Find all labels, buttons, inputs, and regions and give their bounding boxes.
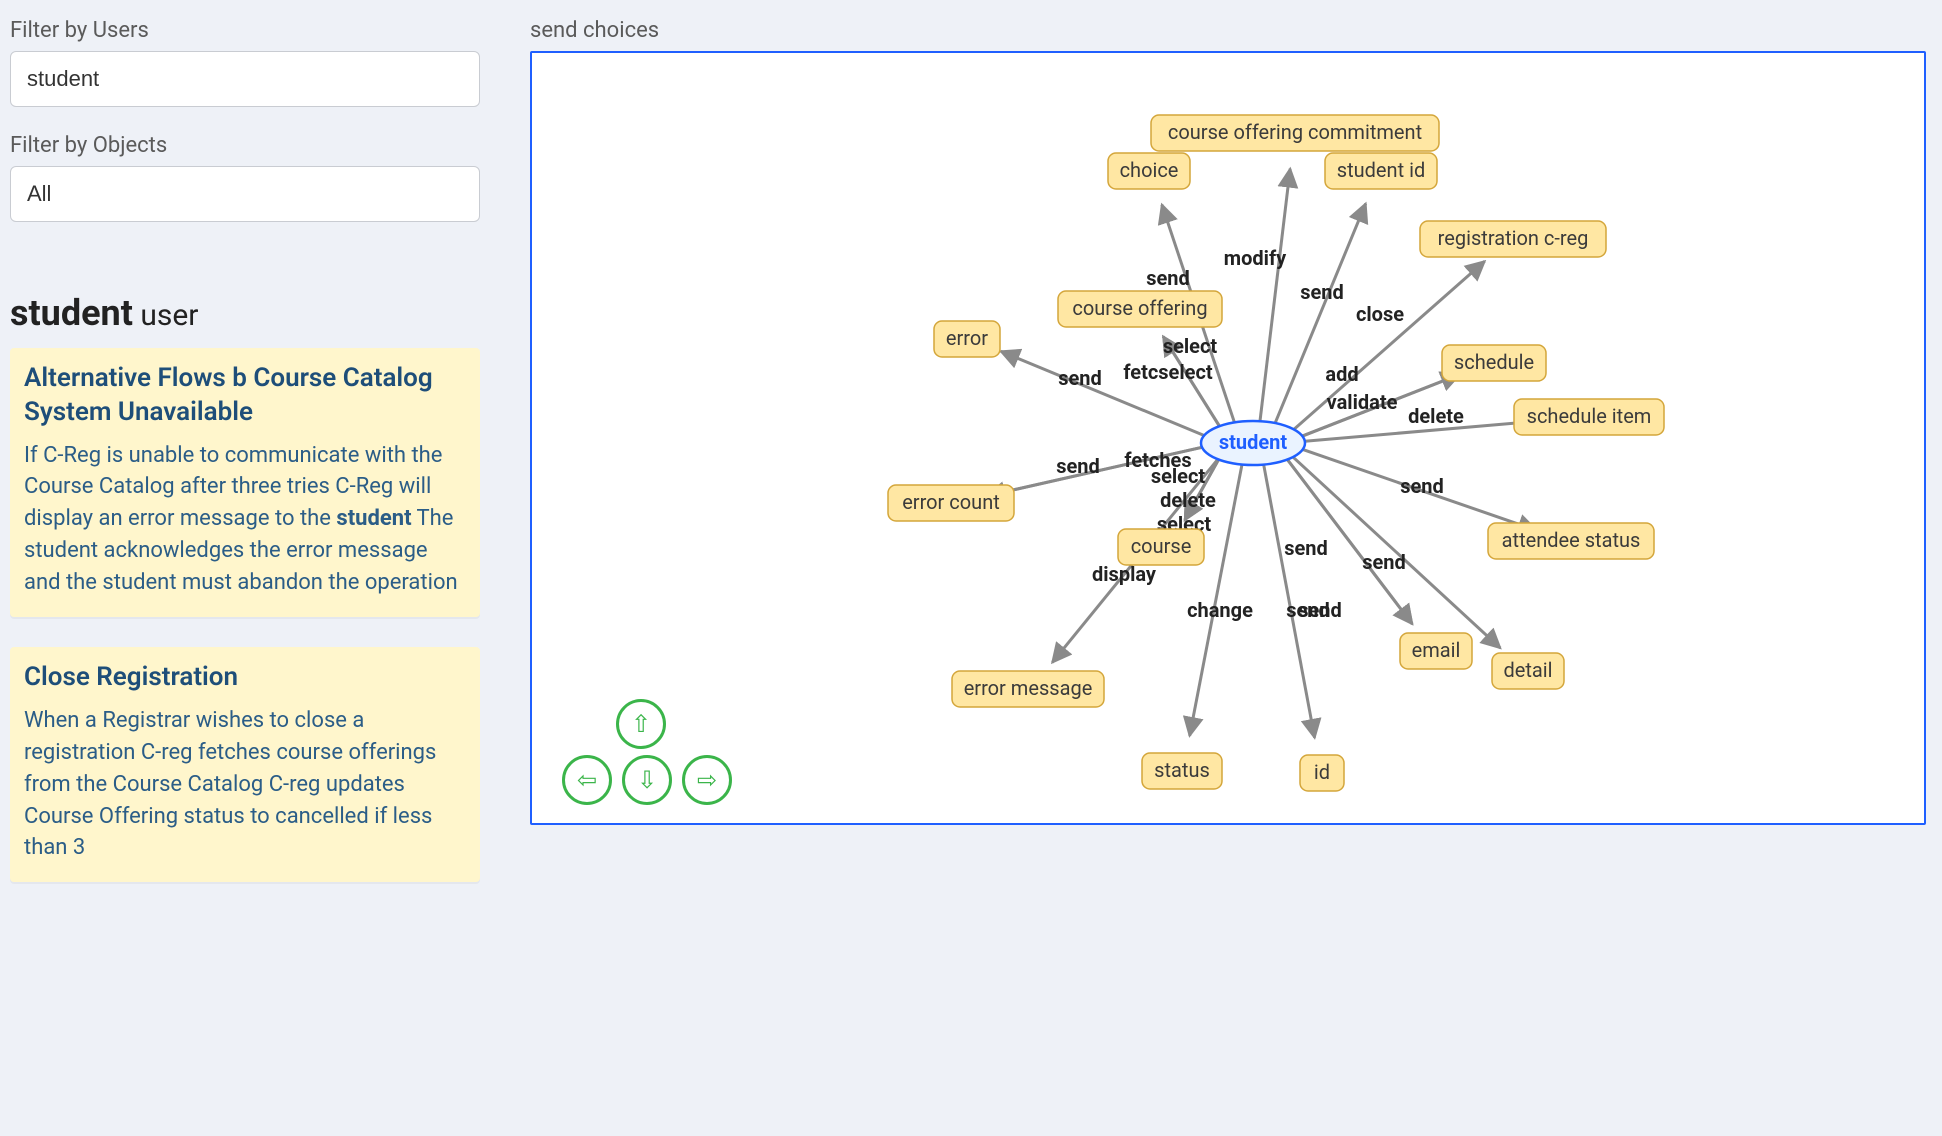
nav-left-button[interactable]: ⇦ (562, 755, 612, 805)
svg-text:course offering: course offering (1072, 296, 1207, 320)
svg-text:student id: student id (1337, 158, 1425, 182)
card-title: Alternative Flows b Course Catalog Syste… (24, 362, 466, 430)
graph-title: send choices (530, 18, 1922, 43)
svg-text:error: error (946, 326, 988, 350)
svg-text:registration c-reg: registration c-reg (1438, 226, 1589, 250)
graph-edge-label: send (1056, 454, 1100, 478)
graph-center-node[interactable]: student (1201, 421, 1305, 465)
graph-node[interactable]: error (934, 321, 1000, 357)
graph-node[interactable]: registration c-reg (1420, 221, 1606, 257)
graph-edge-label: send (1146, 266, 1190, 290)
main: send choices sendmodifysendcloseselectfe… (490, 0, 1942, 1136)
graph-node[interactable]: detail (1492, 653, 1564, 689)
graph-edge-label: send (1058, 366, 1102, 390)
graph-node[interactable]: choice (1108, 153, 1190, 189)
nav-down-button[interactable]: ⇩ (622, 755, 672, 805)
section-title-rest: user (133, 298, 199, 333)
graph-edge-label: fetcselect (1123, 360, 1213, 384)
svg-text:schedule item: schedule item (1527, 404, 1652, 428)
graph-node[interactable]: student id (1325, 153, 1437, 189)
svg-text:attendee status: attendee status (1502, 528, 1641, 552)
graph-node[interactable]: error message (952, 671, 1104, 707)
graph-edge-label: send (1300, 280, 1344, 304)
graph-edge-label: close (1356, 302, 1404, 326)
graph-edge (1260, 169, 1290, 422)
graph-node[interactable]: course offering (1058, 291, 1222, 327)
filter-users-input[interactable] (10, 51, 480, 107)
svg-text:course offering commitment: course offering commitment (1168, 120, 1422, 144)
graph-node[interactable]: error count (888, 485, 1014, 521)
graph-node[interactable]: status (1142, 753, 1222, 789)
graph-edge-label: select (1151, 464, 1206, 488)
svg-text:email: email (1412, 638, 1461, 662)
graph-svg[interactable]: sendmodifysendcloseselectfetcselectsenda… (532, 53, 1924, 823)
graph-node[interactable]: email (1400, 633, 1472, 669)
graph-edge-label: delete (1408, 404, 1464, 428)
svg-text:id: id (1314, 760, 1330, 784)
filter-objects-label: Filter by Objects (10, 133, 480, 158)
graph-edge-label: send (1400, 474, 1444, 498)
svg-text:schedule: schedule (1454, 350, 1534, 374)
svg-text:student: student (1219, 430, 1288, 454)
svg-text:detail: detail (1503, 658, 1552, 682)
flow-card[interactable]: Alternative Flows b Course Catalog Syste… (10, 348, 480, 617)
card-body: When a Registrar wishes to close a regis… (24, 705, 466, 864)
graph-canvas[interactable]: sendmodifysendcloseselectfetcselectsenda… (530, 51, 1926, 825)
graph-edge-label: send (1286, 598, 1330, 622)
nav-right-button[interactable]: ⇨ (682, 755, 732, 805)
sidebar: Filter by Users Filter by Objects studen… (0, 0, 490, 1136)
graph-edge-label: modify (1224, 246, 1287, 270)
graph-node[interactable]: attendee status (1488, 523, 1654, 559)
app-root: Filter by Users Filter by Objects studen… (0, 0, 1942, 1136)
graph-node[interactable]: course offering commitment (1151, 115, 1439, 151)
graph-edge-label: send (1284, 536, 1328, 560)
svg-text:course: course (1131, 534, 1192, 558)
filter-users-label: Filter by Users (10, 18, 480, 43)
graph-edge-label: select (1163, 334, 1218, 358)
graph-node[interactable]: id (1300, 755, 1344, 791)
svg-text:choice: choice (1120, 158, 1179, 182)
svg-text:status: status (1154, 758, 1210, 782)
graph-node[interactable]: schedule (1442, 345, 1546, 381)
nav-controls: ⇧ ⇦ ⇩ ⇨ (562, 699, 732, 805)
down-arrow-icon: ⇩ (637, 768, 657, 792)
graph-edge-label: change (1187, 598, 1253, 622)
filter-objects-input[interactable] (10, 166, 480, 222)
graph-node[interactable]: course (1118, 529, 1204, 565)
flow-card[interactable]: Close Registration When a Registrar wish… (10, 647, 480, 882)
section-title-strong: student (10, 292, 133, 334)
right-arrow-icon: ⇨ (697, 768, 717, 792)
nav-up-button[interactable]: ⇧ (616, 699, 666, 749)
svg-text:error message: error message (964, 676, 1093, 700)
up-arrow-icon: ⇧ (631, 712, 651, 736)
graph-edge-label: delete (1160, 488, 1216, 512)
section-title: student user (10, 292, 480, 334)
graph-edge-label: send (1362, 550, 1406, 574)
left-arrow-icon: ⇦ (577, 768, 597, 792)
svg-text:error count: error count (902, 490, 1000, 514)
card-title: Close Registration (24, 661, 466, 695)
graph-edge-label: add (1325, 362, 1358, 386)
graph-edge-label: validate (1327, 390, 1398, 414)
graph-node[interactable]: schedule item (1514, 399, 1664, 435)
card-body: If C-Reg is unable to communicate with t… (24, 440, 466, 599)
